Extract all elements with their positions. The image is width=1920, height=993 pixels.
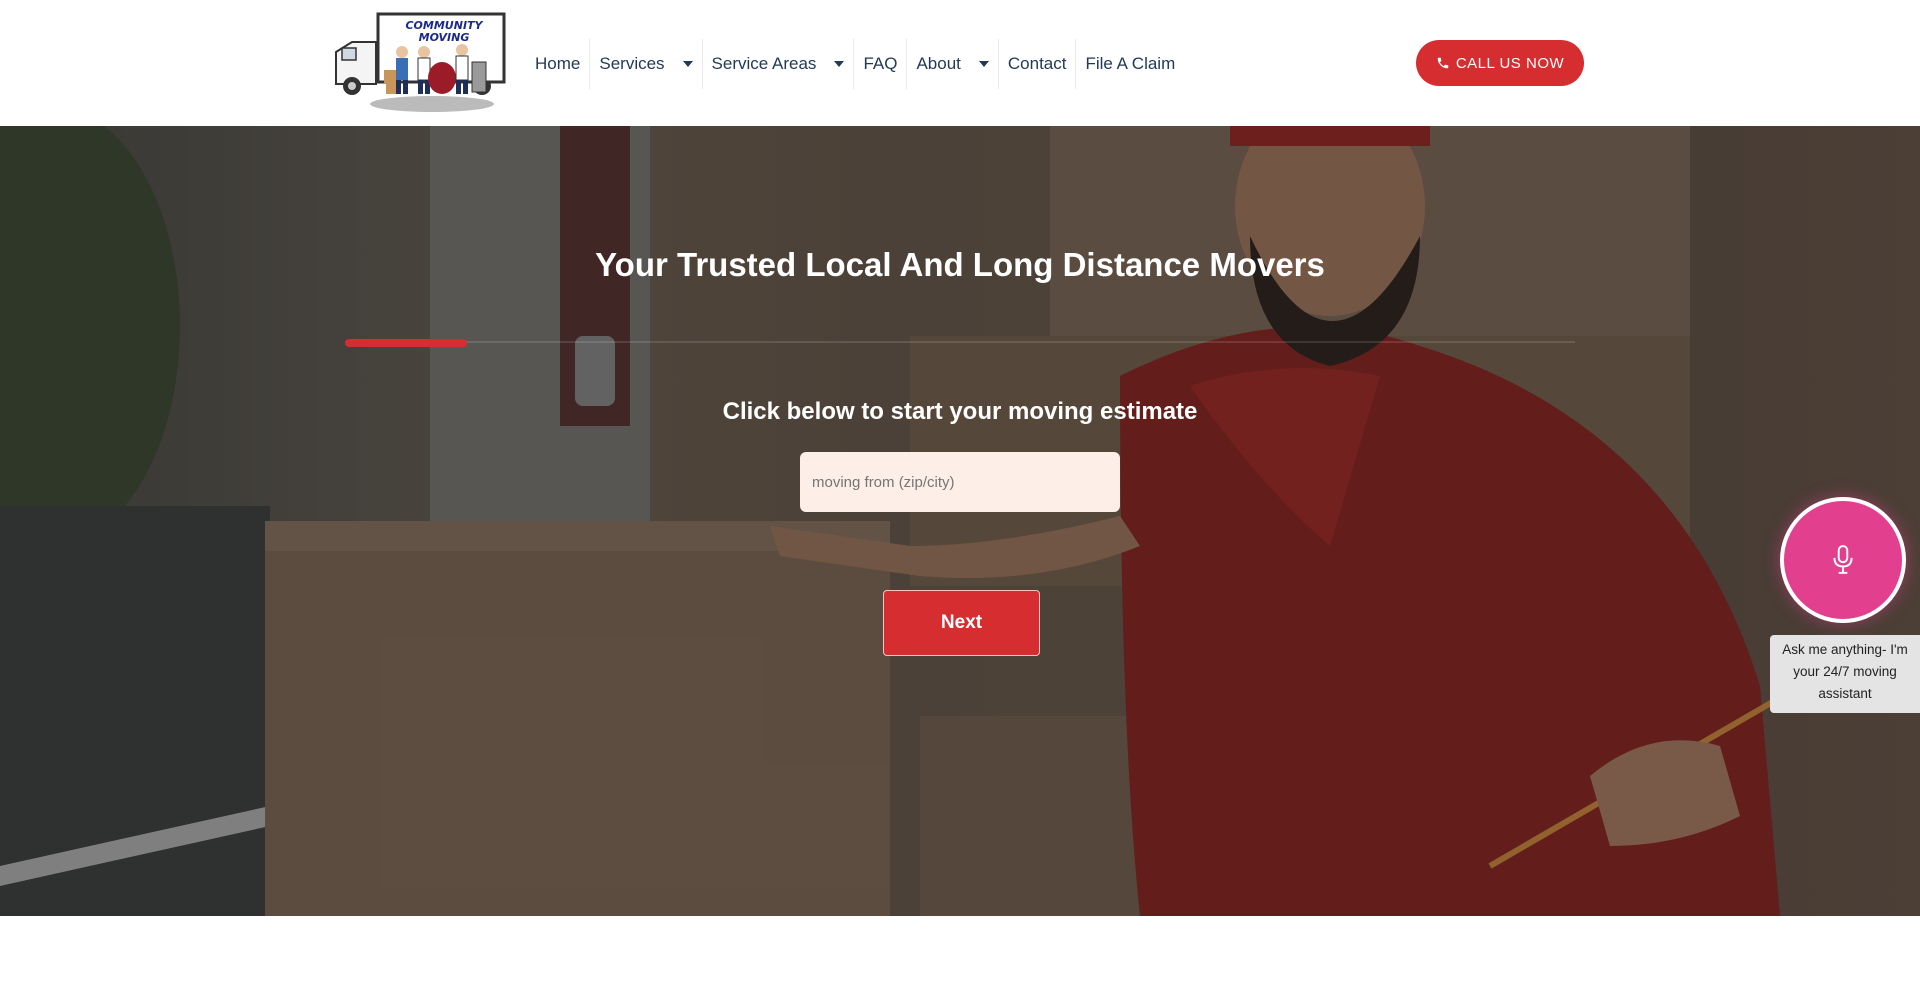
main-nav: Home Services Service Areas FAQ About Co… — [526, 39, 1184, 89]
nav-services[interactable]: Services — [589, 39, 701, 89]
nav-faq[interactable]: FAQ — [853, 39, 906, 89]
caret-down-icon[interactable] — [978, 61, 989, 67]
nav-file-a-claim[interactable]: File A Claim — [1075, 39, 1184, 89]
nav-home[interactable]: Home — [526, 39, 589, 89]
hero-section: Your Trusted Local And Long Distance Mov… — [0, 126, 1920, 916]
caret-down-icon[interactable] — [682, 61, 693, 67]
divider-accent — [345, 339, 467, 347]
moving-from-input[interactable] — [800, 452, 1120, 512]
voice-assistant-button[interactable] — [1780, 497, 1906, 623]
nav-about[interactable]: About — [906, 39, 997, 89]
nav-service-areas[interactable]: Service Areas — [701, 39, 854, 89]
assistant-tooltip: Ask me anything- I'm your 24/7 moving as… — [1770, 635, 1920, 713]
nav-contact[interactable]: Contact — [997, 39, 1076, 89]
company-logo[interactable]: COMMUNITY MOVING — [332, 12, 512, 112]
call-us-now-button[interactable]: CALL US NOW — [1416, 40, 1584, 86]
divider-line — [345, 341, 1575, 343]
svg-text:MOVING: MOVING — [419, 31, 470, 44]
next-button[interactable]: Next — [883, 590, 1040, 656]
hero-title: Your Trusted Local And Long Distance Mov… — [595, 246, 1325, 283]
microphone-icon — [1833, 545, 1853, 574]
caret-down-icon[interactable] — [834, 61, 845, 67]
phone-icon — [1437, 57, 1449, 69]
hero-subtitle: Click below to start your moving estimat… — [722, 398, 1198, 425]
hero-overlay — [0, 126, 1920, 916]
site-header: COMMUNITY MOVING Home Services Service A… — [0, 0, 1920, 126]
